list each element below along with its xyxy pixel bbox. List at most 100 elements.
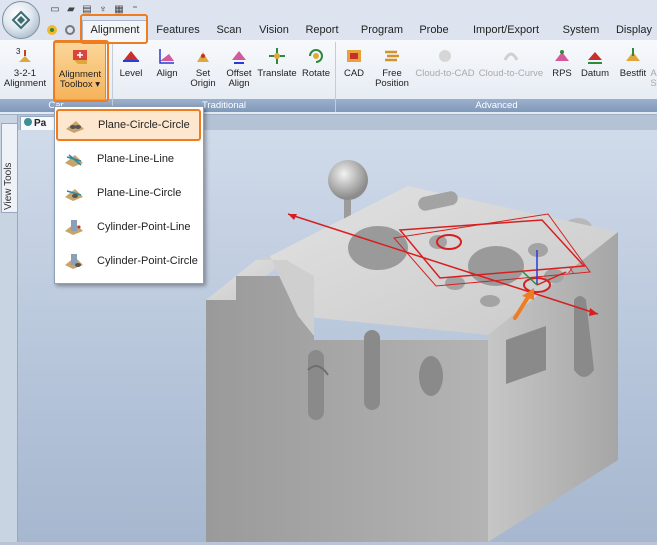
menu-item-label: Plane-Line-Line [97, 153, 175, 165]
tab-display[interactable]: Display [612, 21, 656, 39]
menu-item-cylinder-point-line[interactable]: Cylinder-Point-Line [57, 213, 200, 241]
tab-probe[interactable]: Probe [416, 21, 452, 39]
overflow-button[interactable]: A S [650, 42, 657, 98]
translate-button[interactable]: Translate [257, 42, 297, 98]
cloud-to-curve-button[interactable]: Cloud-to-Curve [476, 42, 546, 98]
home-status-icon[interactable] [44, 21, 60, 39]
button-label: Datum [581, 68, 609, 79]
button-label: Align [156, 68, 178, 79]
ribbon-group-traditional: Level Align Set Origin Offset Align Tran… [113, 42, 336, 112]
free-position-button[interactable]: Free Position [372, 42, 412, 98]
cloud-to-cad-button[interactable]: Cloud-to-CAD [414, 42, 476, 98]
cloud-to-curve-icon [503, 52, 519, 61]
tab-vision[interactable]: Vision [254, 21, 294, 39]
ribbon-group-car: 3 3-2-1 Alignment Alignment Toolbox ▾ Ca… [0, 42, 113, 112]
title-bar: ▭ ▰ ▤ ♆ ▦ ⁼ [0, 0, 657, 20]
menu-item-label: Cylinder-Point-Circle [97, 255, 198, 267]
tab-features[interactable]: Features [152, 21, 204, 39]
rps-icon [555, 50, 569, 61]
tab-import-export[interactable]: Import/Export [466, 21, 546, 39]
cad-button[interactable]: CAD [338, 42, 370, 98]
probe-icon[interactable]: ♆ [96, 3, 110, 16]
rps-button[interactable]: RPS [548, 42, 576, 98]
rotate-icon [309, 49, 323, 63]
align-icon [159, 49, 174, 64]
small-hole [445, 276, 465, 290]
level-button[interactable]: Level [113, 42, 149, 98]
three-two-one-icon: 3 [16, 47, 31, 62]
datum-button[interactable]: Datum [576, 42, 614, 98]
button-label: Position [375, 78, 409, 89]
datum-icon [588, 52, 602, 64]
reference-sphere [328, 160, 368, 200]
button-label: Translate [257, 68, 297, 79]
save-icon[interactable]: ▤ [80, 3, 94, 16]
button-label: Cloud-to-Curve [478, 68, 544, 79]
print-icon[interactable]: ▦ [112, 3, 126, 16]
plane-line-circle-icon [65, 189, 83, 201]
button-label: S [650, 78, 657, 89]
ribbon: 3 3-2-1 Alignment Alignment Toolbox ▾ Ca… [0, 40, 657, 115]
bestfit-button[interactable]: Bestfit [616, 42, 650, 98]
tab-alignment[interactable]: Alignment [82, 20, 148, 41]
part-icon [24, 118, 32, 126]
app-logo-icon[interactable] [2, 1, 40, 39]
alignment-toolbox-button[interactable]: Alignment Toolbox ▾ [54, 42, 106, 100]
offset-align-icon [232, 51, 246, 64]
button-label: Toolbox ▾ [59, 79, 101, 90]
tab-system[interactable]: System [560, 21, 602, 39]
plane-line-line-icon [65, 154, 83, 167]
menu-item-label: Plane-Line-Circle [97, 187, 182, 199]
translate-icon [269, 48, 285, 64]
ribbon-tab-row: Alignment Features Scan Vision Report Pr… [0, 18, 657, 41]
button-label: CAD [343, 68, 365, 79]
button-label: Rotate [302, 68, 330, 79]
button-label: Align [228, 78, 250, 89]
button-label: RPS [552, 68, 572, 79]
menu-item-label: Plane-Circle-Circle [98, 119, 190, 131]
small-hole [528, 243, 548, 257]
menu-item-label: Cylinder-Point-Line [97, 221, 191, 233]
alignment-toolbox-icon [73, 50, 87, 64]
menu-item-plane-circle-circle[interactable]: Plane-Circle-Circle [56, 109, 201, 141]
view-tools-label: View Tools [3, 162, 14, 210]
settings-icon[interactable] [63, 21, 77, 39]
center-bore [468, 246, 524, 286]
button-label: Alignment [3, 78, 47, 89]
side-slot [364, 330, 380, 410]
button-label: Cloud-to-CAD [415, 68, 475, 79]
menu-item-plane-line-line[interactable]: Plane-Line-Line [57, 145, 200, 173]
view-tools-tab[interactable]: View Tools [1, 123, 18, 213]
tab-program[interactable]: Program [356, 21, 408, 39]
customize-icon[interactable]: ⁼ [128, 3, 142, 16]
large-bore [348, 226, 408, 270]
svg-text:3: 3 [16, 47, 21, 56]
button-label: Level [119, 68, 143, 79]
menu-item-plane-line-circle[interactable]: Plane-Line-Circle [57, 179, 200, 207]
tab-scan[interactable]: Scan [212, 21, 246, 39]
left-tool-strip: View Tools [0, 115, 18, 542]
plane-circle-circle-icon [66, 121, 84, 133]
spacer [392, 170, 398, 176]
ribbon-group-advanced: CAD Free Position Cloud-to-CAD Cloud-to-… [336, 42, 657, 112]
x-axis-label: X [568, 265, 574, 275]
free-position-icon [385, 50, 399, 62]
bestfit-icon [626, 48, 640, 61]
open-icon[interactable]: ▰ [64, 3, 78, 16]
cloud-to-cad-icon [439, 50, 451, 62]
cylinder-point-circle-icon [65, 254, 83, 269]
cad-icon [347, 50, 361, 62]
offset-align-button[interactable]: Offset Align [221, 42, 257, 98]
align-button[interactable]: Align [149, 42, 185, 98]
alignment-toolbox-menu: Plane-Circle-Circle Plane-Line-Line Plan… [54, 106, 204, 284]
small-hole [480, 295, 500, 307]
set-origin-button[interactable]: Set Origin [185, 42, 221, 98]
rotate-button[interactable]: Rotate [297, 42, 335, 98]
tab-report[interactable]: Report [300, 21, 344, 39]
menu-item-cylinder-point-circle[interactable]: Cylinder-Point-Circle [57, 247, 200, 275]
new-icon[interactable]: ▭ [48, 3, 62, 16]
side-hole [419, 356, 443, 396]
level-icon [123, 51, 139, 62]
document-tab-label: Pa [34, 118, 47, 129]
three-two-one-alignment-button[interactable]: 3 3-2-1 Alignment [0, 42, 50, 98]
